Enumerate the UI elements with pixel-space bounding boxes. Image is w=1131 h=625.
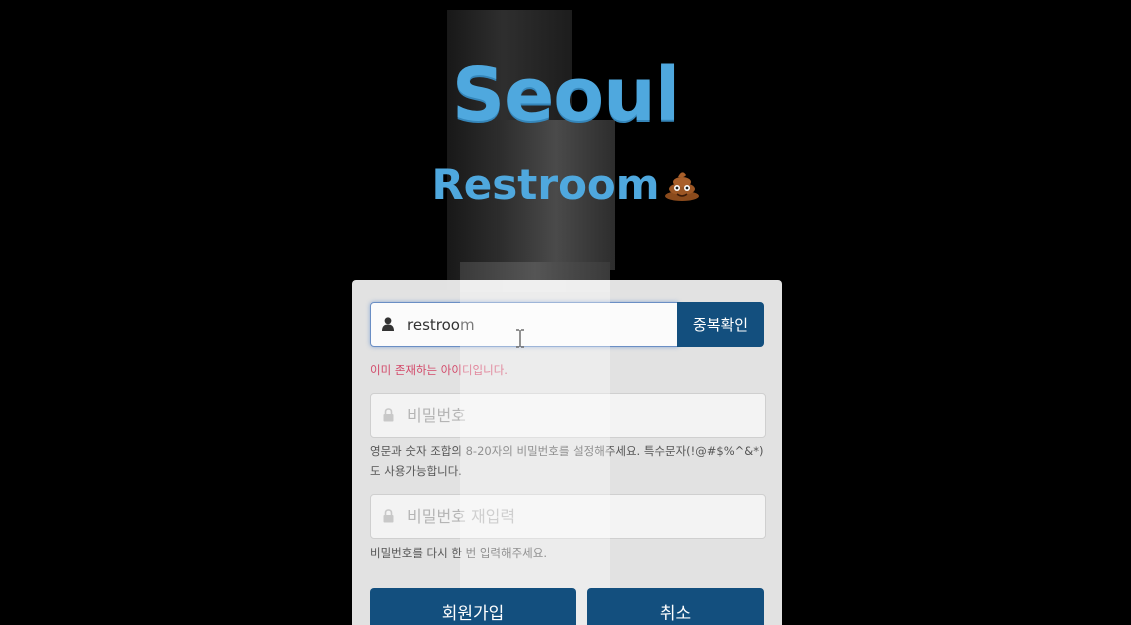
join-button[interactable]: 회원가입 — [370, 588, 576, 625]
poo-icon — [664, 172, 699, 201]
id-row: 중복확인 — [370, 302, 764, 347]
user-icon — [382, 317, 394, 331]
password-field[interactable] — [370, 393, 766, 438]
lock-icon — [383, 509, 394, 523]
logo-title: Seoul — [451, 52, 680, 138]
password-hint: 영문과 숫자 조합의 8-20자의 비밀번호를 설정해주세요. 특수문자(!@#… — [370, 444, 764, 478]
password-input[interactable] — [407, 394, 757, 437]
signup-page: Seoul Restroom 중복확인 이미 존재하는 아이디입니다. — [0, 0, 1131, 625]
cancel-button[interactable]: 취소 — [587, 588, 764, 625]
lock-icon — [383, 408, 394, 422]
password-confirm-input[interactable] — [407, 495, 757, 538]
duplicate-check-button[interactable]: 중복확인 — [677, 302, 764, 347]
id-error-message: 이미 존재하는 아이디입니다. — [370, 363, 508, 377]
password-confirm-hint: 비밀번호를 다시 한 번 입력해주세요. — [370, 546, 547, 560]
logo-subtitle: Restroom — [0, 160, 1131, 209]
password-confirm-field[interactable] — [370, 494, 766, 539]
text-cursor-icon — [516, 329, 524, 348]
logo-subtitle-text: Restroom — [431, 160, 660, 209]
id-input[interactable] — [407, 303, 667, 346]
